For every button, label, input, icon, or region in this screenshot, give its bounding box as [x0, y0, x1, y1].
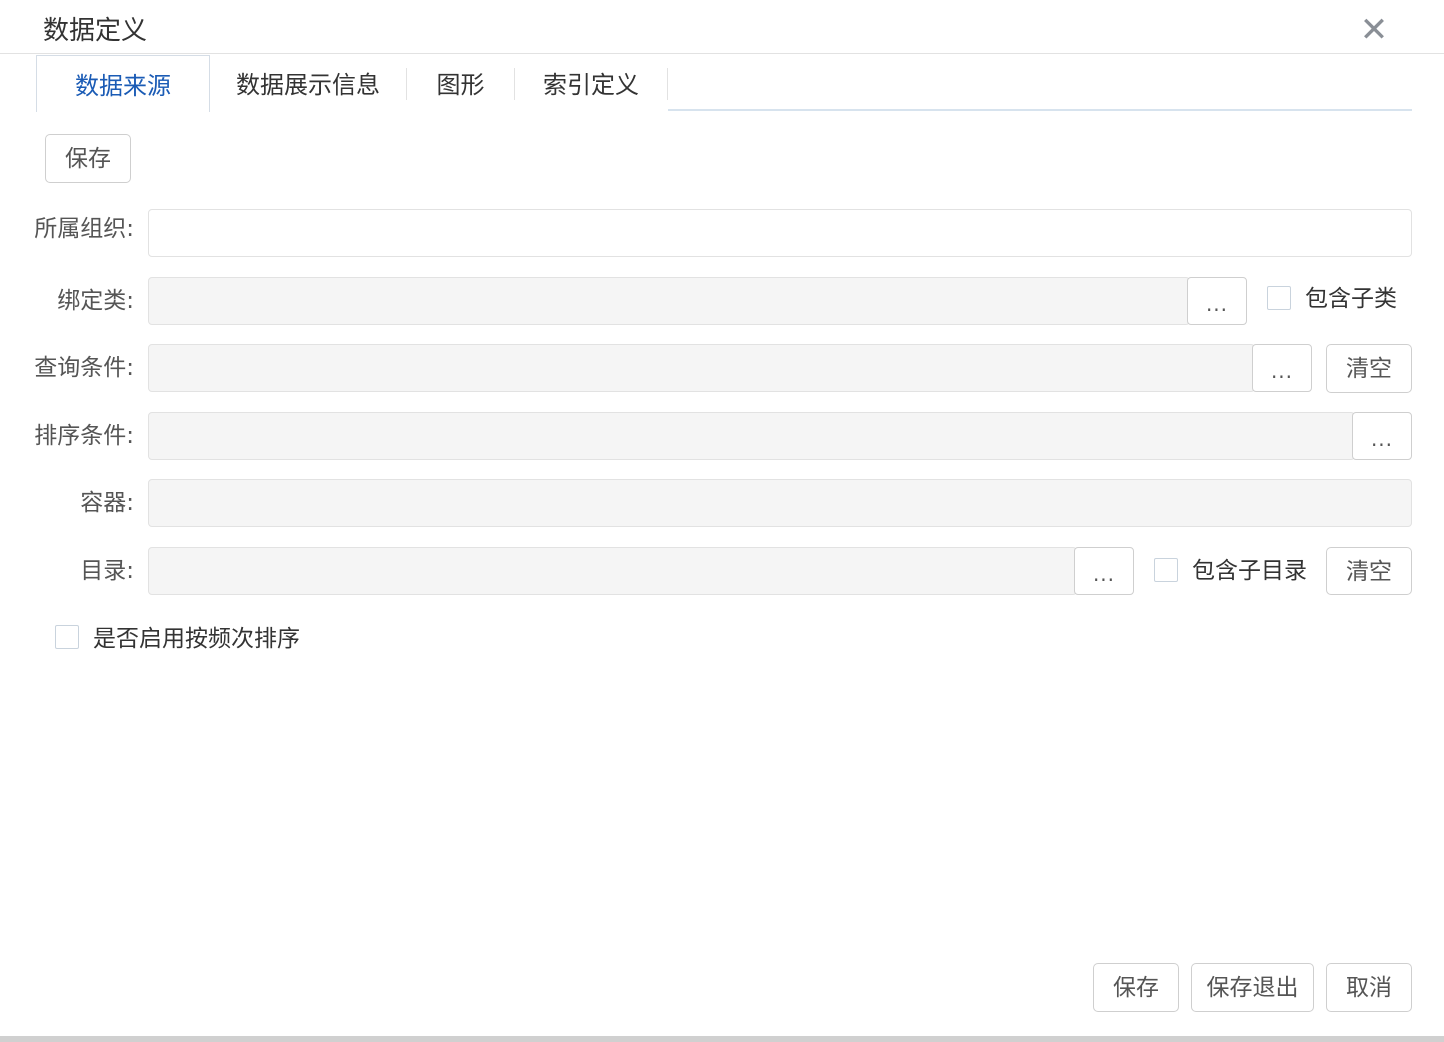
frequency-sort-checkbox[interactable] — [55, 625, 79, 649]
bind-class-label: 绑定类: — [57, 288, 134, 314]
query-clear-button[interactable]: 清空 — [1326, 344, 1412, 393]
container-label: 容器: — [80, 490, 134, 516]
directory-field[interactable] — [148, 547, 1077, 595]
sort-field[interactable] — [148, 412, 1355, 460]
include-subclass-checkbox[interactable] — [1267, 286, 1291, 310]
container-input[interactable] — [149, 480, 1411, 526]
tab-underline — [668, 109, 1412, 111]
dialog-title: 数据定义 — [43, 16, 148, 46]
directory-picker-button[interactable]: ... — [1074, 547, 1134, 595]
include-subclass-label: 包含子类 — [1305, 286, 1397, 312]
container-field[interactable] — [148, 479, 1412, 527]
tab-index-definition[interactable]: 索引定义 — [515, 55, 667, 111]
sort-input[interactable] — [149, 413, 1354, 459]
bind-class-picker-button[interactable]: ... — [1187, 277, 1247, 325]
directory-input[interactable] — [149, 548, 1076, 594]
close-icon[interactable]: ✕ — [1356, 12, 1392, 48]
include-subdirectory-checkbox[interactable] — [1154, 558, 1178, 582]
org-label: 所属组织: — [34, 216, 134, 242]
query-field[interactable] — [148, 344, 1255, 392]
frequency-sort-label: 是否启用按频次排序 — [93, 626, 300, 652]
dialog-titlebar: 数据定义 ✕ — [0, 0, 1444, 54]
bind-class-input[interactable] — [149, 278, 1189, 324]
toolbar-save-button[interactable]: 保存 — [45, 134, 131, 183]
directory-clear-button[interactable]: 清空 — [1326, 547, 1412, 595]
tab-data-source[interactable]: 数据来源 — [36, 55, 210, 112]
footer-save-button[interactable]: 保存 — [1093, 963, 1179, 1012]
include-subdirectory-label: 包含子目录 — [1192, 558, 1307, 584]
query-picker-button[interactable]: ... — [1252, 344, 1312, 392]
query-label: 查询条件: — [34, 355, 134, 381]
directory-label: 目录: — [80, 558, 134, 584]
footer-save-exit-button[interactable]: 保存退出 — [1191, 963, 1314, 1012]
footer-cancel-button[interactable]: 取消 — [1326, 963, 1412, 1012]
tab-bar: 数据来源 数据展示信息 图形 索引定义 — [36, 55, 1412, 112]
bottom-scrollbar — [0, 1036, 1444, 1042]
tab-graphics[interactable]: 图形 — [407, 55, 514, 111]
tab-separator — [667, 68, 668, 100]
bind-class-field[interactable] — [148, 277, 1190, 325]
query-input[interactable] — [149, 345, 1254, 391]
org-input[interactable] — [149, 210, 1411, 256]
org-field[interactable] — [148, 209, 1412, 257]
sort-label: 排序条件: — [34, 423, 134, 449]
sort-picker-button[interactable]: ... — [1352, 412, 1412, 460]
tab-data-display-info[interactable]: 数据展示信息 — [210, 55, 406, 111]
